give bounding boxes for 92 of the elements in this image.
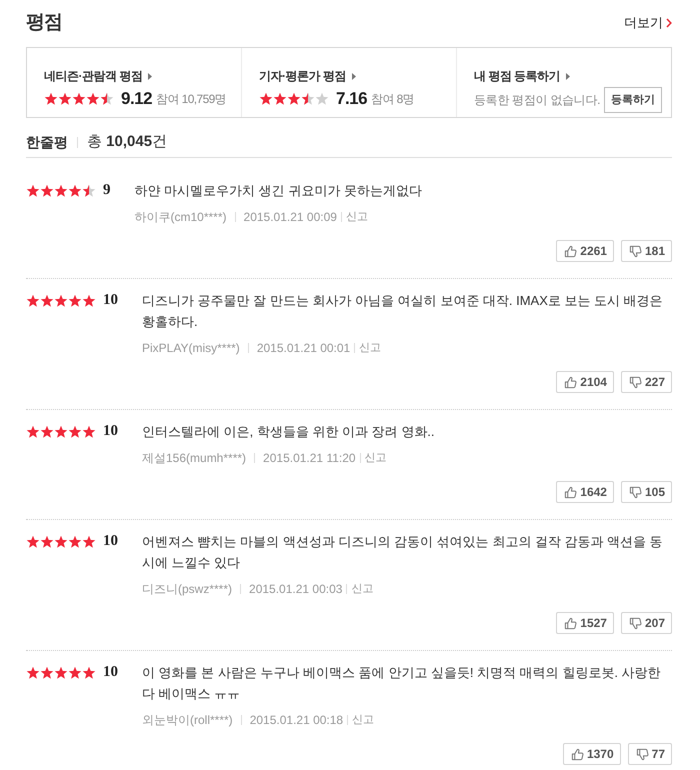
star-icon: [259, 92, 273, 106]
like-button[interactable]: 1370: [562, 743, 621, 765]
star-icon: [82, 534, 96, 548]
star-icon: [287, 92, 301, 106]
review-date: 2015.01.21 00:09: [244, 209, 337, 226]
thumbs-down-icon: [628, 616, 642, 630]
star-icon: [68, 294, 82, 308]
no-rating-message: 등록한 평점이 없습니다.: [474, 92, 600, 108]
thumbs-up-icon: [564, 486, 578, 498]
star-icon: [44, 92, 58, 106]
thumbs-down-icon: [628, 244, 642, 258]
more-link[interactable]: 더보기: [624, 15, 672, 31]
author-name: 하이쿠(cm10****): [134, 209, 227, 226]
star-icon: [54, 666, 68, 680]
star-icon: [82, 666, 96, 680]
like-button[interactable]: 2104: [556, 371, 614, 393]
star-icon: [26, 666, 40, 680]
star-icon: [82, 184, 96, 198]
caret-icon: [148, 72, 152, 80]
rating-score: 10: [103, 532, 118, 551]
star-icon: [315, 92, 329, 106]
star-icon: [82, 424, 96, 438]
author-name: PixPLAY(misy****): [142, 340, 240, 357]
star-icon: [40, 184, 54, 198]
register-button[interactable]: 등록하기: [604, 86, 662, 112]
dislike-button[interactable]: 77: [628, 743, 672, 765]
dislike-button[interactable]: 105: [620, 481, 672, 503]
rating-score: 9.12: [121, 88, 152, 110]
review-text: 인터스텔라에 이은, 학생들을 위한 이과 장려 영화..: [142, 423, 436, 441]
author-name: 외눈박이(roll****): [142, 712, 233, 729]
thumbs-down-icon: [636, 748, 649, 760]
review-text: 이 영화를 본 사람은 누구나 베이맥스 품에 안기고 싶을듯! 치명적 매력의 힐링로봇. 사랑한다 베이맥스 ㅠㅠ: [142, 664, 662, 703]
author-name: 디즈니(pswz****): [142, 581, 232, 598]
star-icon: [82, 294, 96, 308]
dislike-button[interactable]: 227: [620, 371, 672, 393]
star-icon: [26, 184, 40, 198]
star-icon: [40, 294, 54, 308]
comments-title: 한줄평: [26, 133, 68, 152]
rating-link[interactable]: 기자·평론가 평점: [259, 68, 356, 84]
star-icon: [54, 534, 68, 548]
review-text: 디즈니가 공주물만 잘 만드는 회사가 아님을 여실히 보여준 대작. IMAX로 보는 도시 배경은 황홀하다.: [142, 292, 664, 331]
star-icon: [86, 92, 100, 106]
thumbs-up-icon: [570, 748, 584, 760]
dislike-button[interactable]: 207: [620, 612, 672, 634]
rating-score: 10: [103, 663, 118, 682]
review-date: 2015.01.21 11:20: [263, 450, 356, 467]
star-icon: [54, 424, 68, 438]
chevron-icon: [666, 18, 672, 28]
rating-score: 10: [103, 422, 118, 441]
caret-icon: [566, 72, 570, 80]
star-icon: [26, 534, 40, 548]
thumbs-up-icon: [564, 616, 578, 630]
like-button[interactable]: 1642: [556, 481, 614, 503]
star-icon: [40, 666, 54, 680]
review-text: 어벤져스 뺨치는 마블의 액션성과 디즈니의 감동이 섞여있는 최고의 걸작 감동과 액션을 동시에 느낄수 있다: [142, 533, 664, 572]
star-icon: [273, 92, 287, 106]
dislike-button[interactable]: 181: [620, 240, 672, 262]
rating-link[interactable]: 네티즌·관람객 평점: [44, 68, 152, 84]
rating-score: 9: [103, 181, 110, 200]
star-icon: [58, 92, 72, 106]
participant-count: 참여 10,759명: [156, 90, 226, 106]
register-rating-link[interactable]: 내 평점 등록하기: [474, 68, 570, 84]
thumbs-down-icon: [628, 376, 642, 388]
star-icon: [54, 184, 68, 198]
review-date: 2015.01.21 00:18: [250, 712, 344, 729]
star-icon: [26, 294, 40, 308]
star-icon: [54, 294, 68, 308]
section-title: 평점: [26, 12, 62, 34]
review-date: 2015.01.21 00:01: [256, 340, 350, 357]
caret-icon: [352, 72, 356, 80]
star-icon: [40, 534, 54, 548]
rating-score: 7.16: [336, 88, 368, 110]
star-icon: [301, 92, 315, 106]
like-button[interactable]: 1527: [556, 612, 614, 634]
star-icon: [68, 534, 82, 548]
star-icon: [72, 92, 86, 106]
total-count: 총 10,045건: [87, 132, 168, 152]
like-button[interactable]: 2261: [556, 240, 614, 262]
thumbs-up-icon: [564, 244, 578, 258]
thumbs-up-icon: [564, 376, 578, 388]
star-icon: [68, 666, 82, 680]
star-icon: [26, 424, 40, 438]
review-text: 하얀 마시멜로우가치 생긴 귀요미가 못하는게없다: [134, 182, 423, 200]
star-icon: [100, 92, 114, 106]
rating-score: 10: [103, 291, 118, 310]
participant-count: 참여 8명: [371, 90, 414, 106]
author-name: 제설156(mumh****): [142, 450, 246, 467]
star-icon: [68, 424, 82, 438]
thumbs-down-icon: [628, 486, 642, 498]
star-icon: [68, 184, 82, 198]
star-icon: [40, 424, 54, 438]
review-date: 2015.01.21 00:03: [249, 581, 342, 598]
